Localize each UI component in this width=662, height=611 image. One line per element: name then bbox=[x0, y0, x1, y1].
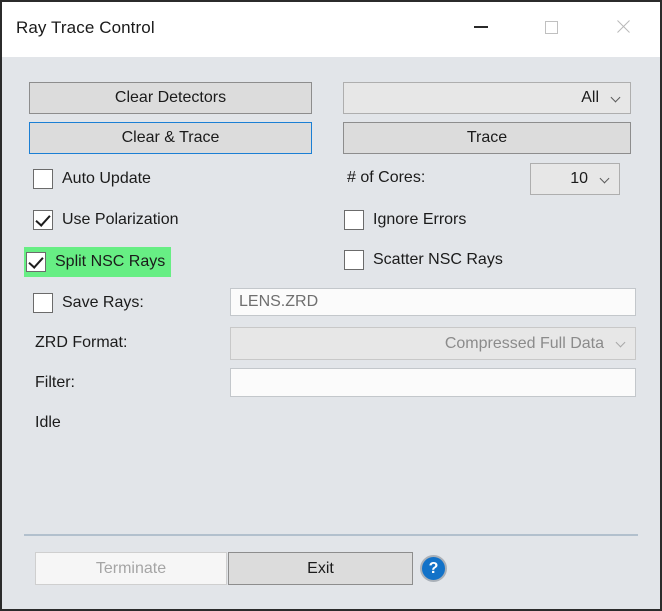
split-nsc-rays-label: Split NSC Rays bbox=[55, 253, 166, 270]
save-rays-checkbox[interactable] bbox=[33, 293, 53, 313]
auto-update-checkbox-row[interactable]: Auto Update bbox=[33, 166, 151, 192]
zrd-format-label: ZRD Format: bbox=[35, 334, 128, 351]
maximize-button[interactable] bbox=[528, 10, 574, 44]
zrd-format-value: Compressed Full Data bbox=[444, 334, 604, 352]
chevron-down-icon bbox=[611, 93, 622, 104]
status-text: Idle bbox=[35, 414, 61, 431]
ignore-errors-label: Ignore Errors bbox=[373, 211, 467, 228]
ignore-errors-checkbox[interactable] bbox=[344, 210, 364, 230]
minimize-icon bbox=[474, 26, 488, 28]
zrd-format-dropdown[interactable]: Compressed Full Data bbox=[230, 327, 636, 360]
cores-label: # of Cores: bbox=[347, 169, 426, 186]
use-polarization-checkbox[interactable] bbox=[33, 210, 53, 230]
source-filter-value: All bbox=[581, 89, 599, 106]
use-polarization-checkbox-row[interactable]: Use Polarization bbox=[33, 207, 179, 233]
clear-and-trace-button[interactable]: Clear & Trace bbox=[29, 122, 312, 154]
scatter-nsc-rays-checkbox[interactable] bbox=[344, 250, 364, 270]
window-title: Ray Trace Control bbox=[16, 18, 155, 37]
divider bbox=[24, 534, 638, 536]
close-icon bbox=[615, 19, 631, 35]
save-rays-label: Save Rays: bbox=[62, 294, 144, 311]
chevron-down-icon bbox=[600, 174, 611, 185]
scatter-nsc-rays-checkbox-row[interactable]: Scatter NSC Rays bbox=[344, 247, 503, 273]
exit-button[interactable]: Exit bbox=[228, 552, 413, 585]
title-bar: Ray Trace Control bbox=[2, 2, 660, 57]
help-icon[interactable]: ? bbox=[420, 555, 447, 582]
ignore-errors-checkbox-row[interactable]: Ignore Errors bbox=[344, 207, 466, 233]
terminate-button[interactable]: Terminate bbox=[35, 552, 227, 585]
ray-trace-control-window: Ray Trace Control Clear Detectors Clear … bbox=[0, 0, 662, 611]
cores-value: 10 bbox=[570, 170, 588, 187]
split-nsc-rays-checkbox-row[interactable]: Split NSC Rays bbox=[24, 247, 172, 277]
chevron-down-icon bbox=[616, 338, 627, 349]
save-rays-path-input[interactable]: LENS.ZRD bbox=[230, 288, 636, 316]
source-filter-dropdown[interactable]: All bbox=[343, 82, 631, 114]
filter-input[interactable] bbox=[230, 368, 636, 397]
trace-button[interactable]: Trace bbox=[343, 122, 631, 154]
auto-update-label: Auto Update bbox=[62, 170, 151, 187]
close-button[interactable] bbox=[600, 10, 646, 44]
cores-dropdown[interactable]: 10 bbox=[530, 163, 620, 195]
auto-update-checkbox[interactable] bbox=[33, 169, 53, 189]
scatter-nsc-rays-label: Scatter NSC Rays bbox=[373, 251, 503, 268]
split-nsc-rays-checkbox[interactable] bbox=[26, 252, 46, 272]
clear-detectors-button[interactable]: Clear Detectors bbox=[29, 82, 312, 114]
filter-label: Filter: bbox=[35, 374, 75, 391]
minimize-button[interactable] bbox=[458, 10, 504, 44]
maximize-icon bbox=[544, 20, 558, 34]
use-polarization-label: Use Polarization bbox=[62, 211, 179, 228]
save-rays-checkbox-row[interactable]: Save Rays: bbox=[33, 290, 144, 316]
